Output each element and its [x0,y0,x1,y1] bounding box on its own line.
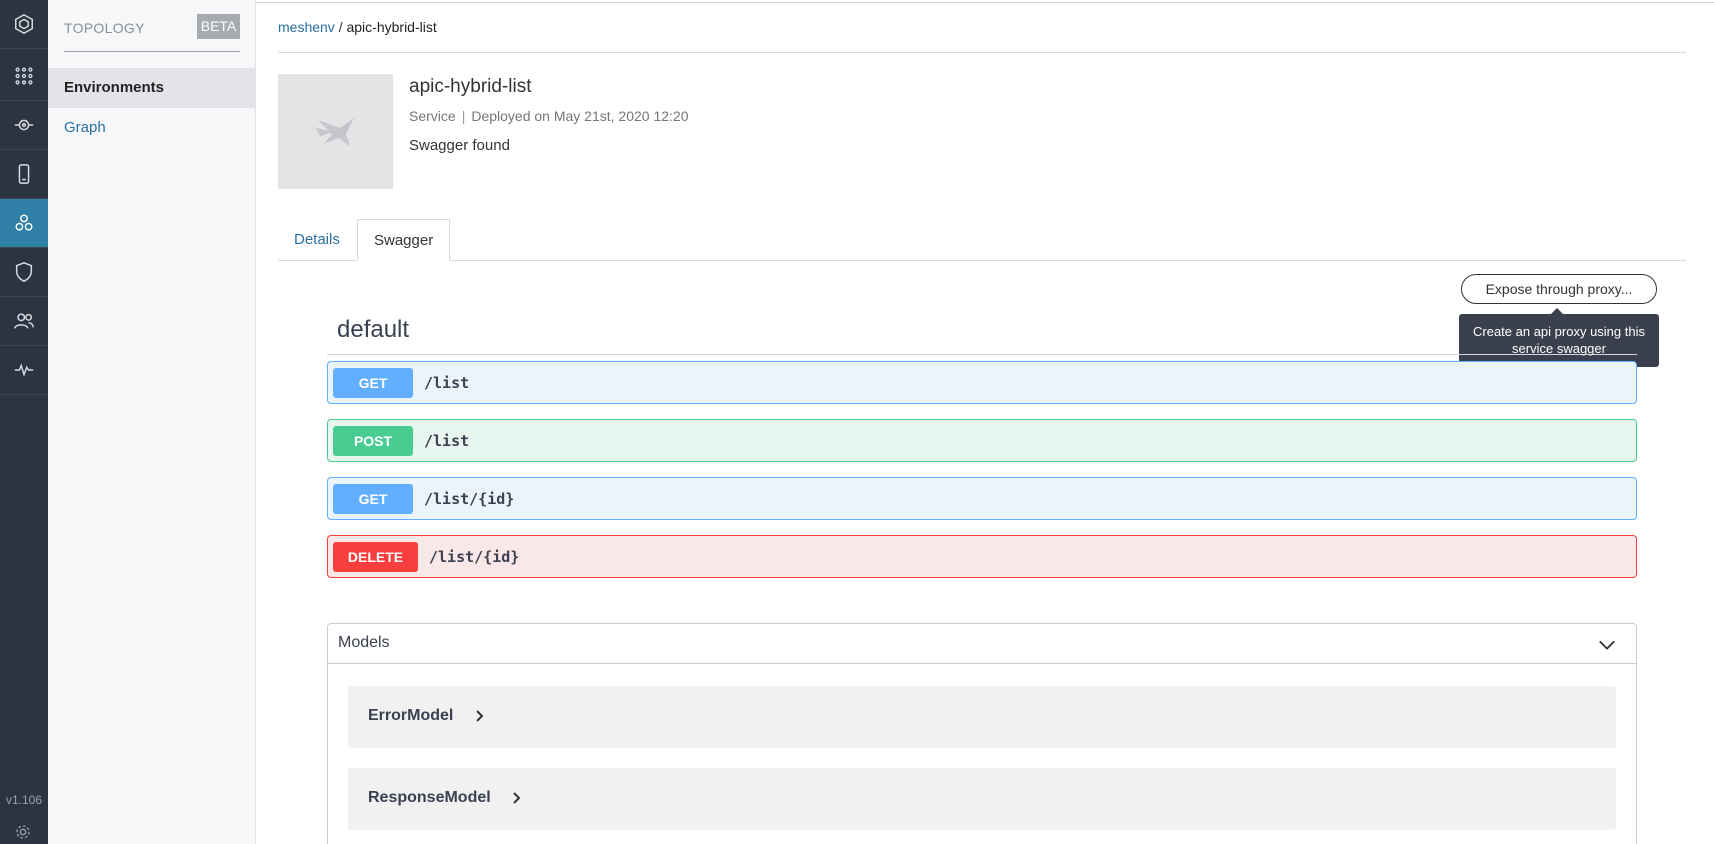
rail-item-mobile[interactable] [0,150,48,199]
meta-separator: | [461,108,466,124]
method-badge: DELETE [333,541,418,572]
rail-item-analytics[interactable] [0,346,48,395]
rail-logo[interactable] [0,0,48,49]
sidebar-title: TOPOLOGY [64,20,145,36]
rail-item-apis[interactable] [0,101,48,150]
beta-badge: BETA [197,14,240,39]
sidebar-item-environments[interactable]: Environments [48,68,255,108]
models-title: Models [338,634,390,651]
topology-nodes-icon [15,214,33,231]
topology-sidebar: TOPOLOGY BETA Environments Graph [48,0,256,844]
models-header[interactable]: Models [328,624,1636,664]
service-deployed: Deployed on May 21st, 2020 12:20 [471,108,689,124]
model-name: ErrorModel [368,707,454,724]
breadcrumb: meshenv / apic-hybrid-list [278,19,437,35]
swagger-group-title[interactable]: default [337,316,409,344]
breadcrumb-divider [278,52,1686,53]
chevron-right-icon [513,792,521,804]
operation-path: /list [424,373,470,392]
model-row-responsemodel[interactable]: ResponseModel [348,768,1616,830]
service-meta: Service | Deployed on May 21st, 2020 12:20 [409,108,688,124]
chevron-down-icon[interactable] [1598,636,1616,654]
rail-item-topology[interactable] [0,199,48,248]
settings-gear-icon[interactable] [15,824,31,840]
app-version: v1.106 [5,793,43,807]
operation-delete-list-id[interactable]: DELETE /list/{id} [327,535,1637,578]
operation-get-list-id[interactable]: GET /list/{id} [327,477,1637,520]
expose-through-proxy-button[interactable]: Expose through proxy... [1461,274,1657,304]
mobile-device-icon [18,164,30,184]
api-target-icon [14,119,34,131]
models-section: Models ErrorModel ResponseModel [327,623,1637,844]
tab-details[interactable]: Details [278,219,356,261]
sidebar-header: TOPOLOGY BETA [64,14,240,52]
service-name: apic-hybrid-list [409,76,532,97]
top-divider [256,2,1714,3]
shield-icon [15,262,33,282]
group-divider [327,354,1637,355]
operation-path: /list [424,431,470,450]
operation-path: /list/{id} [424,489,515,508]
logo-hex-icon [15,13,33,35]
rail-item-apps[interactable] [0,52,48,101]
icon-rail: v1.106 [0,0,48,844]
apps-grid-icon [15,67,33,85]
method-badge: GET [333,367,413,398]
breadcrumb-current: apic-hybrid-list [346,19,437,35]
service-type: Service [409,108,456,124]
method-badge: POST [333,425,413,456]
rail-item-security[interactable] [0,248,48,297]
method-badge: GET [333,483,413,514]
service-tabs: Details Swagger [278,219,1686,261]
service-thumbnail [278,74,393,189]
pulse-activity-icon [14,363,34,377]
breadcrumb-link-meshenv[interactable]: meshenv [278,19,335,35]
model-name: ResponseModel [368,789,491,806]
service-bird-icon [315,117,354,146]
model-row-errormodel[interactable]: ErrorModel [348,686,1616,748]
operation-path: /list/{id} [429,547,520,566]
rail-item-users[interactable] [0,297,48,346]
main-content: meshenv / apic-hybrid-list apic-hybrid-l… [256,0,1714,844]
service-status: Swagger found [409,137,510,154]
tooltip-line-1: Create an api proxy using this [1473,324,1645,339]
expose-tooltip: Create an api proxy using this service s… [1459,314,1659,367]
chevron-right-icon [476,710,484,722]
breadcrumb-separator: / [338,19,343,35]
sidebar-item-graph[interactable]: Graph [48,108,255,148]
tab-swagger[interactable]: Swagger [357,219,451,261]
users-icon [14,313,34,329]
operation-post-list[interactable]: POST /list [327,419,1637,462]
operation-get-list[interactable]: GET /list [327,361,1637,404]
